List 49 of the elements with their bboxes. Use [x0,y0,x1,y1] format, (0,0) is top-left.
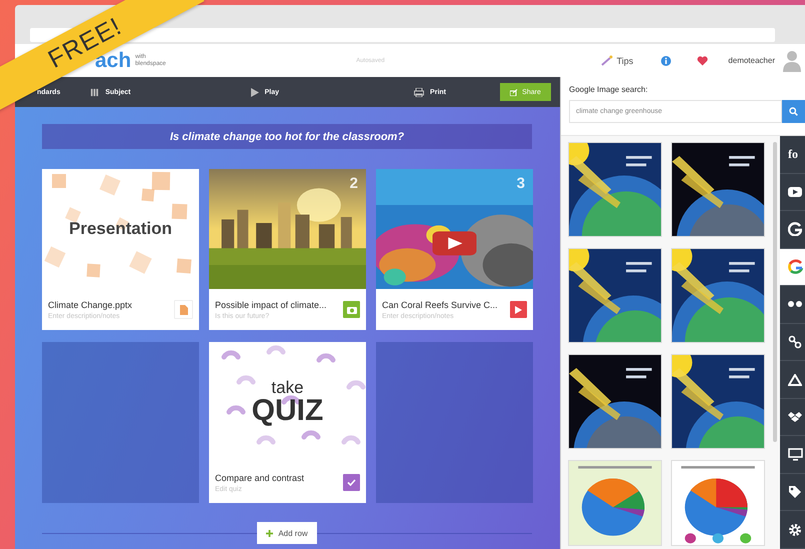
source-tab[interactable] [780,361,805,399]
monitor-icon [788,448,803,462]
heart-icon[interactable] [697,56,708,66]
card-title: Can Coral Reefs Survive C... [382,300,499,310]
card-title: Climate Change.pptx [48,300,134,310]
play-icon [250,88,259,96]
dots-icon [788,301,802,308]
wand-icon [600,55,613,66]
thumbnail-label: take [271,378,304,396]
card-title: Possible impact of climate... [215,300,328,310]
source-tab[interactable] [780,174,805,212]
type-icon[interactable] [343,474,360,491]
search-button[interactable] [782,100,805,123]
g-icon [788,222,802,236]
tile-number: 2 [350,175,358,192]
type-icon[interactable] [343,301,360,318]
thumbnail-label: QUIZ [252,396,324,426]
source-logo: fo [788,146,798,162]
tile-number: 3 [516,175,525,192]
share-icon [510,88,518,96]
book-icon [90,88,100,96]
source-tab[interactable] [780,511,805,549]
plus-icon [266,530,274,536]
print-icon [414,88,424,96]
source-tab[interactable] [780,211,805,249]
type-icon[interactable] [510,301,527,318]
settings-icon [788,522,802,537]
triangle-icon [788,374,802,386]
search-icon [789,107,798,116]
box-icon [788,411,802,424]
search-label: Google Image search: [568,84,649,94]
source-tab[interactable]: fo [780,136,805,174]
source-tab[interactable] [780,324,805,362]
source-tab[interactable] [780,436,805,474]
nodes-icon [788,335,802,349]
add-row-button[interactable]: Add row [257,522,317,544]
video-icon [788,186,802,197]
thumbnail-label: Presentation [69,219,172,239]
tips-button[interactable]: Tips [600,55,634,66]
source-tab[interactable] [780,286,805,324]
username[interactable]: demoteacher [728,56,775,65]
source-tab[interactable] [780,398,805,436]
source-tab[interactable] [780,474,805,512]
source-tab[interactable] [780,248,805,286]
card-title: Compare and contrast [215,472,306,482]
tag-icon [788,485,802,500]
info-icon[interactable] [661,56,672,66]
lesson-title[interactable]: Is climate change too hot for the classroom? [42,124,532,149]
g-icon [788,258,804,275]
